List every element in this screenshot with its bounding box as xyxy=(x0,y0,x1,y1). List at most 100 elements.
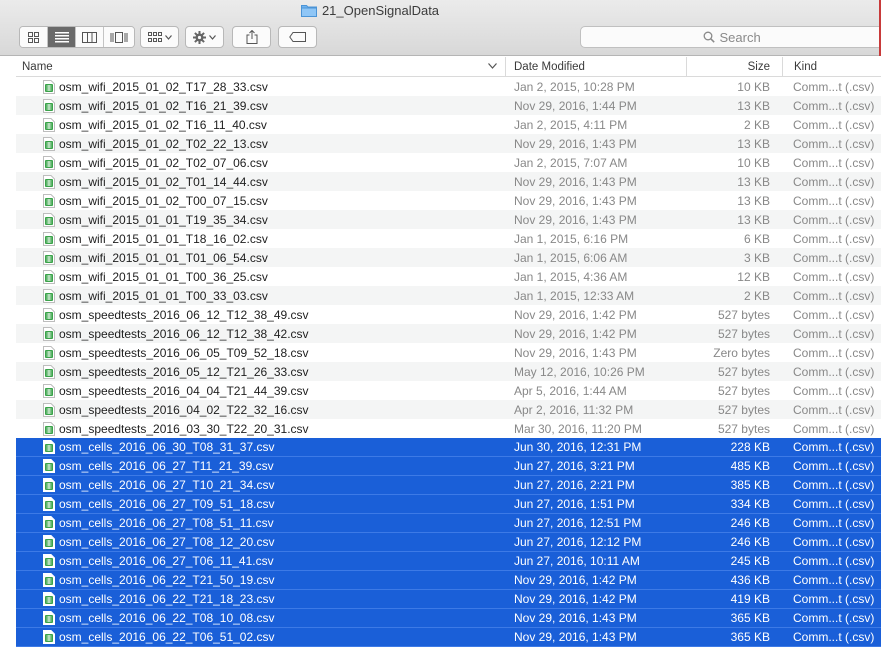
action-button[interactable] xyxy=(185,26,224,48)
file-row[interactable]: osm_cells_2016_06_27_T09_51_18.csv Jun 27… xyxy=(16,495,881,514)
file-name-cell: osm_speedtests_2016_04_04_T21_44_39.csv xyxy=(16,383,505,398)
file-name: osm_cells_2016_06_30_T08_31_37.csv xyxy=(59,440,275,454)
cover-flow-view-button[interactable] xyxy=(104,27,134,47)
file-size: 527 bytes xyxy=(717,383,770,398)
csv-file-icon xyxy=(43,383,55,398)
file-kind: Comm...t (.csv) xyxy=(793,402,875,417)
column-date-header[interactable]: Date Modified xyxy=(505,56,686,77)
file-row[interactable]: osm_cells_2016_06_27_T10_21_34.csv Jun 27… xyxy=(16,476,881,495)
file-name: osm_wifi_2015_01_02_T01_14_44.csv xyxy=(59,174,268,189)
file-date: Jan 1, 2015, 6:06 AM xyxy=(514,250,628,265)
file-row[interactable]: osm_speedtests_2016_06_12_T12_38_49.csv N… xyxy=(16,305,881,324)
file-row[interactable]: osm_cells_2016_06_30_T08_31_37.csv Jun 30… xyxy=(16,438,881,457)
file-row[interactable]: osm_wifi_2015_01_02_T02_22_13.csv Nov 29,… xyxy=(16,134,881,153)
file-name: osm_wifi_2015_01_02_T02_07_06.csv xyxy=(59,155,268,170)
file-row[interactable]: osm_speedtests_2016_06_05_T09_52_18.csv N… xyxy=(16,343,881,362)
file-row[interactable]: osm_speedtests_2016_06_12_T12_38_42.csv N… xyxy=(16,324,881,343)
tag-button[interactable] xyxy=(278,26,317,48)
column-view-icon xyxy=(82,31,97,43)
file-date: Jun 27, 2016, 12:12 PM xyxy=(514,535,642,549)
arrange-button[interactable] xyxy=(140,26,179,48)
file-size: 10 KB xyxy=(737,155,770,170)
file-name-cell: osm_wifi_2015_01_02_T00_07_15.csv xyxy=(16,193,505,208)
column-kind-header[interactable]: Kind xyxy=(782,56,881,77)
file-size: 385 KB xyxy=(730,478,770,492)
file-row[interactable]: osm_wifi_2015_01_01_T19_35_34.csv Nov 29,… xyxy=(16,210,881,229)
file-name: osm_wifi_2015_01_02_T00_07_15.csv xyxy=(59,193,268,208)
file-row[interactable]: osm_cells_2016_06_22_T21_50_19.csv Nov 29… xyxy=(16,571,881,590)
file-kind: Comm...t (.csv) xyxy=(793,440,875,454)
view-mode-control xyxy=(19,26,135,48)
column-name-header[interactable]: Name xyxy=(16,57,505,77)
column-size-header[interactable]: Size xyxy=(686,56,782,77)
file-kind: Comm...t (.csv) xyxy=(793,535,875,549)
share-button[interactable] xyxy=(232,26,271,48)
file-row[interactable]: osm_wifi_2015_01_01_T01_06_54.csv Jan 1, … xyxy=(16,248,881,267)
file-date: Jan 1, 2015, 4:36 AM xyxy=(514,269,628,284)
column-view-button[interactable] xyxy=(76,27,104,47)
column-size-label: Size xyxy=(747,60,770,73)
csv-file-icon xyxy=(43,326,55,341)
file-row[interactable]: osm_wifi_2015_01_02_T17_28_33.csv Jan 2, … xyxy=(16,77,881,96)
file-row[interactable]: osm_cells_2016_06_27_T11_21_39.csv Jun 27… xyxy=(16,457,881,476)
file-kind: Comm...t (.csv) xyxy=(793,98,875,113)
csv-file-icon xyxy=(43,307,55,322)
file-row[interactable]: osm_wifi_2015_01_02_T00_07_15.csv Nov 29,… xyxy=(16,191,881,210)
file-size: 419 KB xyxy=(730,592,770,606)
icon-view-button[interactable] xyxy=(20,27,48,47)
file-date: Jan 2, 2015, 4:11 PM xyxy=(514,117,628,132)
file-name: osm_cells_2016_06_22_T21_50_19.csv xyxy=(59,573,275,587)
file-kind: Comm...t (.csv) xyxy=(793,269,875,284)
file-name-cell: osm_wifi_2015_01_01_T00_33_03.csv xyxy=(16,288,505,303)
file-row[interactable]: osm_speedtests_2016_03_30_T22_20_31.csv M… xyxy=(16,419,881,438)
file-name: osm_cells_2016_06_27_T08_51_11.csv xyxy=(59,516,274,530)
file-kind: Comm...t (.csv) xyxy=(793,592,875,606)
file-size: 334 KB xyxy=(730,497,770,511)
csv-file-icon xyxy=(43,402,55,417)
file-name-cell: osm_cells_2016_06_27_T10_21_34.csv xyxy=(16,478,505,492)
file-row[interactable]: osm_wifi_2015_01_01_T00_33_03.csv Jan 1, … xyxy=(16,286,881,305)
csv-file-icon xyxy=(43,193,55,208)
file-row[interactable]: osm_cells_2016_06_27_T08_51_11.csv Jun 27… xyxy=(16,514,881,533)
file-name-cell: osm_wifi_2015_01_02_T16_21_39.csv xyxy=(16,98,505,113)
file-name-cell: osm_speedtests_2016_05_12_T21_26_33.csv xyxy=(16,364,505,379)
file-row[interactable]: osm_speedtests_2016_04_04_T21_44_39.csv A… xyxy=(16,381,881,400)
column-header: Name Date Modified Size Kind xyxy=(16,56,881,77)
file-row[interactable]: osm_cells_2016_06_27_T08_12_20.csv Jun 27… xyxy=(16,533,881,552)
file-name-cell: osm_cells_2016_06_30_T08_31_37.csv xyxy=(16,440,505,454)
file-name: osm_wifi_2015_01_01_T18_16_02.csv xyxy=(59,231,268,246)
file-row[interactable]: osm_speedtests_2016_05_12_T21_26_33.csv M… xyxy=(16,362,881,381)
search-field[interactable] xyxy=(580,26,881,48)
file-date: Nov 29, 2016, 1:43 PM xyxy=(514,193,637,208)
file-kind: Comm...t (.csv) xyxy=(793,250,875,265)
file-size: 246 KB xyxy=(730,535,770,549)
list-view-button[interactable] xyxy=(48,27,76,47)
share-icon xyxy=(246,30,257,44)
file-name: osm_cells_2016_06_27_T09_51_18.csv xyxy=(59,497,275,511)
file-row[interactable]: osm_wifi_2015_01_02_T16_11_40.csv Jan 2, … xyxy=(16,115,881,134)
csv-file-icon xyxy=(43,79,55,94)
file-row[interactable]: osm_cells_2016_06_22_T06_51_02.csv Nov 29… xyxy=(16,628,881,647)
file-row[interactable]: osm_wifi_2015_01_01_T18_16_02.csv Jan 1, … xyxy=(16,229,881,248)
file-name-cell: osm_wifi_2015_01_02_T16_11_40.csv xyxy=(16,117,505,132)
search-input[interactable] xyxy=(719,29,768,45)
file-row[interactable]: osm_wifi_2015_01_02_T02_07_06.csv Jan 2, … xyxy=(16,153,881,172)
file-date: May 12, 2016, 10:26 PM xyxy=(514,364,645,379)
file-name-cell: osm_wifi_2015_01_02_T01_14_44.csv xyxy=(16,174,505,189)
window-title-text: 21_OpenSignalData xyxy=(321,3,440,18)
search-icon xyxy=(703,31,715,43)
file-row[interactable]: osm_cells_2016_06_22_T21_18_23.csv Nov 29… xyxy=(16,590,881,609)
file-row[interactable]: osm_wifi_2015_01_01_T00_36_25.csv Jan 1, … xyxy=(16,267,881,286)
file-name-cell: osm_cells_2016_06_22_T06_51_02.csv xyxy=(16,630,505,644)
file-row[interactable]: osm_wifi_2015_01_02_T16_21_39.csv Nov 29,… xyxy=(16,96,881,115)
file-name: osm_wifi_2015_01_01_T01_06_54.csv xyxy=(59,250,268,265)
file-name-cell: osm_speedtests_2016_06_12_T12_38_42.csv xyxy=(16,326,505,341)
file-name: osm_wifi_2015_01_02_T16_21_39.csv xyxy=(59,98,268,113)
file-row[interactable]: osm_wifi_2015_01_02_T01_14_44.csv Nov 29,… xyxy=(16,172,881,191)
file-date: Mar 30, 2016, 11:20 PM xyxy=(514,421,642,436)
file-row[interactable]: osm_speedtests_2016_04_02_T22_32_16.csv A… xyxy=(16,400,881,419)
file-row[interactable]: osm_cells_2016_06_22_T08_10_08.csv Nov 29… xyxy=(16,609,881,628)
csv-file-icon xyxy=(43,459,55,473)
file-row[interactable]: osm_cells_2016_06_27_T06_11_41.csv Jun 27… xyxy=(16,552,881,571)
file-size: 436 KB xyxy=(730,573,770,587)
